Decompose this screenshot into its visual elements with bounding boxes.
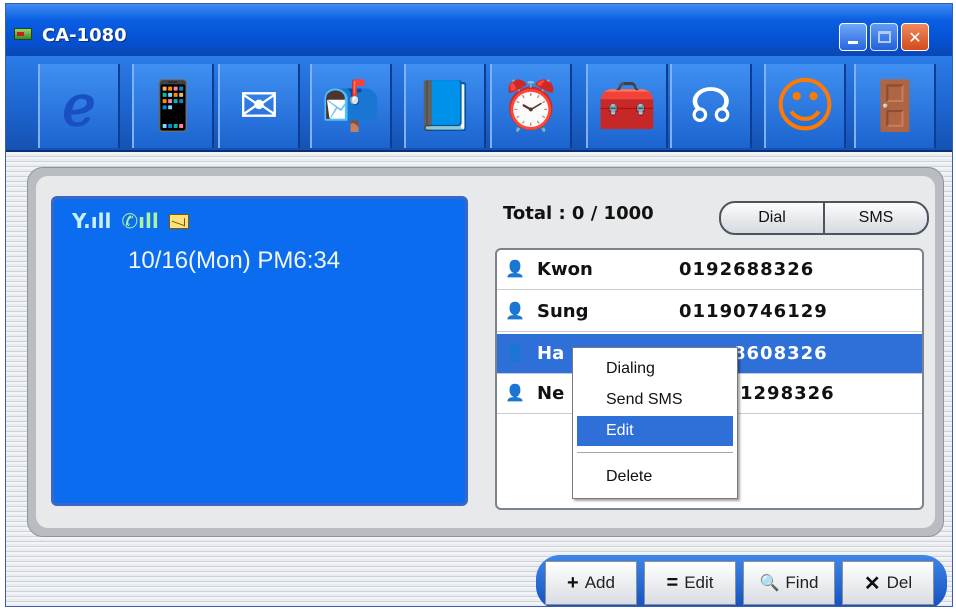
- toolbar-ringtone-button[interactable]: ☊: [670, 64, 752, 148]
- add-button-label: Add: [584, 573, 615, 592]
- new-message-icon: [168, 213, 189, 229]
- contact-number: 8608326: [733, 343, 828, 364]
- toolbar-exit-button[interactable]: 🚪: [854, 64, 936, 148]
- exit-door-icon: 🚪: [865, 78, 925, 134]
- toolbar-settings-button[interactable]: 🧰: [586, 64, 668, 148]
- main-toolbar: ℯ 📱 ✉ 📬 📘 ⏰ 🧰 ☊ ☺ 🚪: [6, 56, 952, 152]
- phone-screen: Y.ıll ✆ıll 10/16(Mon) PM6:34: [51, 196, 468, 506]
- contact-icon: 👤: [505, 259, 525, 278]
- signal-strength-icon: Y.ıll: [72, 209, 112, 233]
- phonebook-icon: 📘: [415, 78, 475, 134]
- contact-number: 0192688326: [679, 259, 815, 280]
- contact-name: Sung: [537, 301, 589, 322]
- close-button[interactable]: ✕: [901, 23, 929, 51]
- contact-icon: 👤: [505, 343, 525, 362]
- contact-number: 01190746129: [679, 301, 828, 322]
- dial-sms-toggle: Dial SMS: [719, 201, 929, 235]
- mailbox-icon: 📬: [321, 78, 381, 134]
- status-row: Y.ıll ✆ıll: [72, 209, 189, 233]
- contact-name: Ne: [537, 383, 565, 404]
- delete-button[interactable]: ✕ Del: [842, 561, 934, 605]
- minimize-icon: [848, 40, 858, 44]
- close-icon: ✕: [908, 27, 922, 47]
- delete-button-label: Del: [886, 573, 913, 592]
- toolbar-internet-button[interactable]: ℯ: [38, 64, 120, 148]
- contact-icon: 👤: [505, 383, 525, 402]
- toolbar-chat-button[interactable]: ☺: [764, 64, 846, 148]
- toolbar-alarm-button[interactable]: ⏰: [490, 64, 572, 148]
- clock-icon: ⏰: [501, 78, 561, 134]
- context-menu: Dialing Send SMS Edit Delete: [572, 347, 738, 499]
- edit-icon: =: [666, 571, 679, 594]
- toolbar-mailbox-button[interactable]: 📬: [310, 64, 392, 148]
- contact-row[interactable]: 👤 Kwon 0192688326: [497, 250, 922, 290]
- contact-name: Ha: [537, 343, 565, 364]
- magnifier-icon: 🔍: [759, 575, 780, 592]
- minimize-button[interactable]: [839, 23, 867, 51]
- internet-explorer-icon: ℯ: [62, 73, 96, 139]
- chat-smiley-icon: ☺: [773, 71, 837, 141]
- battery-icon: ✆ıll: [121, 209, 159, 233]
- plus-icon: +: [567, 571, 579, 594]
- menu-separator: [577, 452, 733, 454]
- toolbox-icon: 🧰: [597, 78, 657, 134]
- contact-icon: 👤: [505, 301, 525, 320]
- maximize-button[interactable]: [870, 23, 898, 51]
- contact-number: 1298326: [740, 383, 835, 404]
- toolbar-phonebook-button[interactable]: 📘: [404, 64, 486, 148]
- delete-icon: ✕: [863, 572, 881, 595]
- menu-item-edit[interactable]: Edit: [577, 416, 733, 446]
- toolbar-write-message-button[interactable]: ✉: [218, 64, 300, 148]
- contact-name: Kwon: [537, 259, 593, 280]
- menu-item-send-sms[interactable]: Send SMS: [577, 385, 733, 415]
- ring-sound-icon: ☊: [689, 78, 733, 134]
- app-logo-icon: [14, 28, 32, 40]
- mobile-phone-icon: 📱: [143, 78, 203, 134]
- contact-total: Total : 0 / 1000: [503, 203, 654, 224]
- sms-button[interactable]: SMS: [823, 203, 927, 233]
- menu-item-delete[interactable]: Delete: [577, 462, 733, 492]
- window-title: CA-1080: [42, 25, 127, 46]
- app-window: CA-1080 ✕ ℯ 📱 ✉ 📬 📘 ⏰ 🧰 ☊ ☺ 🚪 Y.ıll ✆ıll: [5, 3, 953, 607]
- write-message-icon: ✉: [238, 78, 280, 134]
- toolbar-phone-button[interactable]: 📱: [132, 64, 214, 148]
- contact-row[interactable]: 👤 Sung 01190746129: [497, 292, 922, 332]
- dial-button[interactable]: Dial: [721, 203, 823, 233]
- add-button[interactable]: + Add: [545, 561, 637, 605]
- screen-datetime: 10/16(Mon) PM6:34: [128, 247, 341, 274]
- find-button[interactable]: 🔍 Find: [743, 561, 835, 605]
- menu-item-dialing[interactable]: Dialing: [577, 354, 733, 384]
- find-button-label: Find: [785, 573, 819, 592]
- title-bar[interactable]: CA-1080 ✕: [6, 4, 952, 56]
- edit-button[interactable]: = Edit: [644, 561, 736, 605]
- maximize-icon: [877, 31, 891, 43]
- edit-button-label: Edit: [684, 573, 714, 592]
